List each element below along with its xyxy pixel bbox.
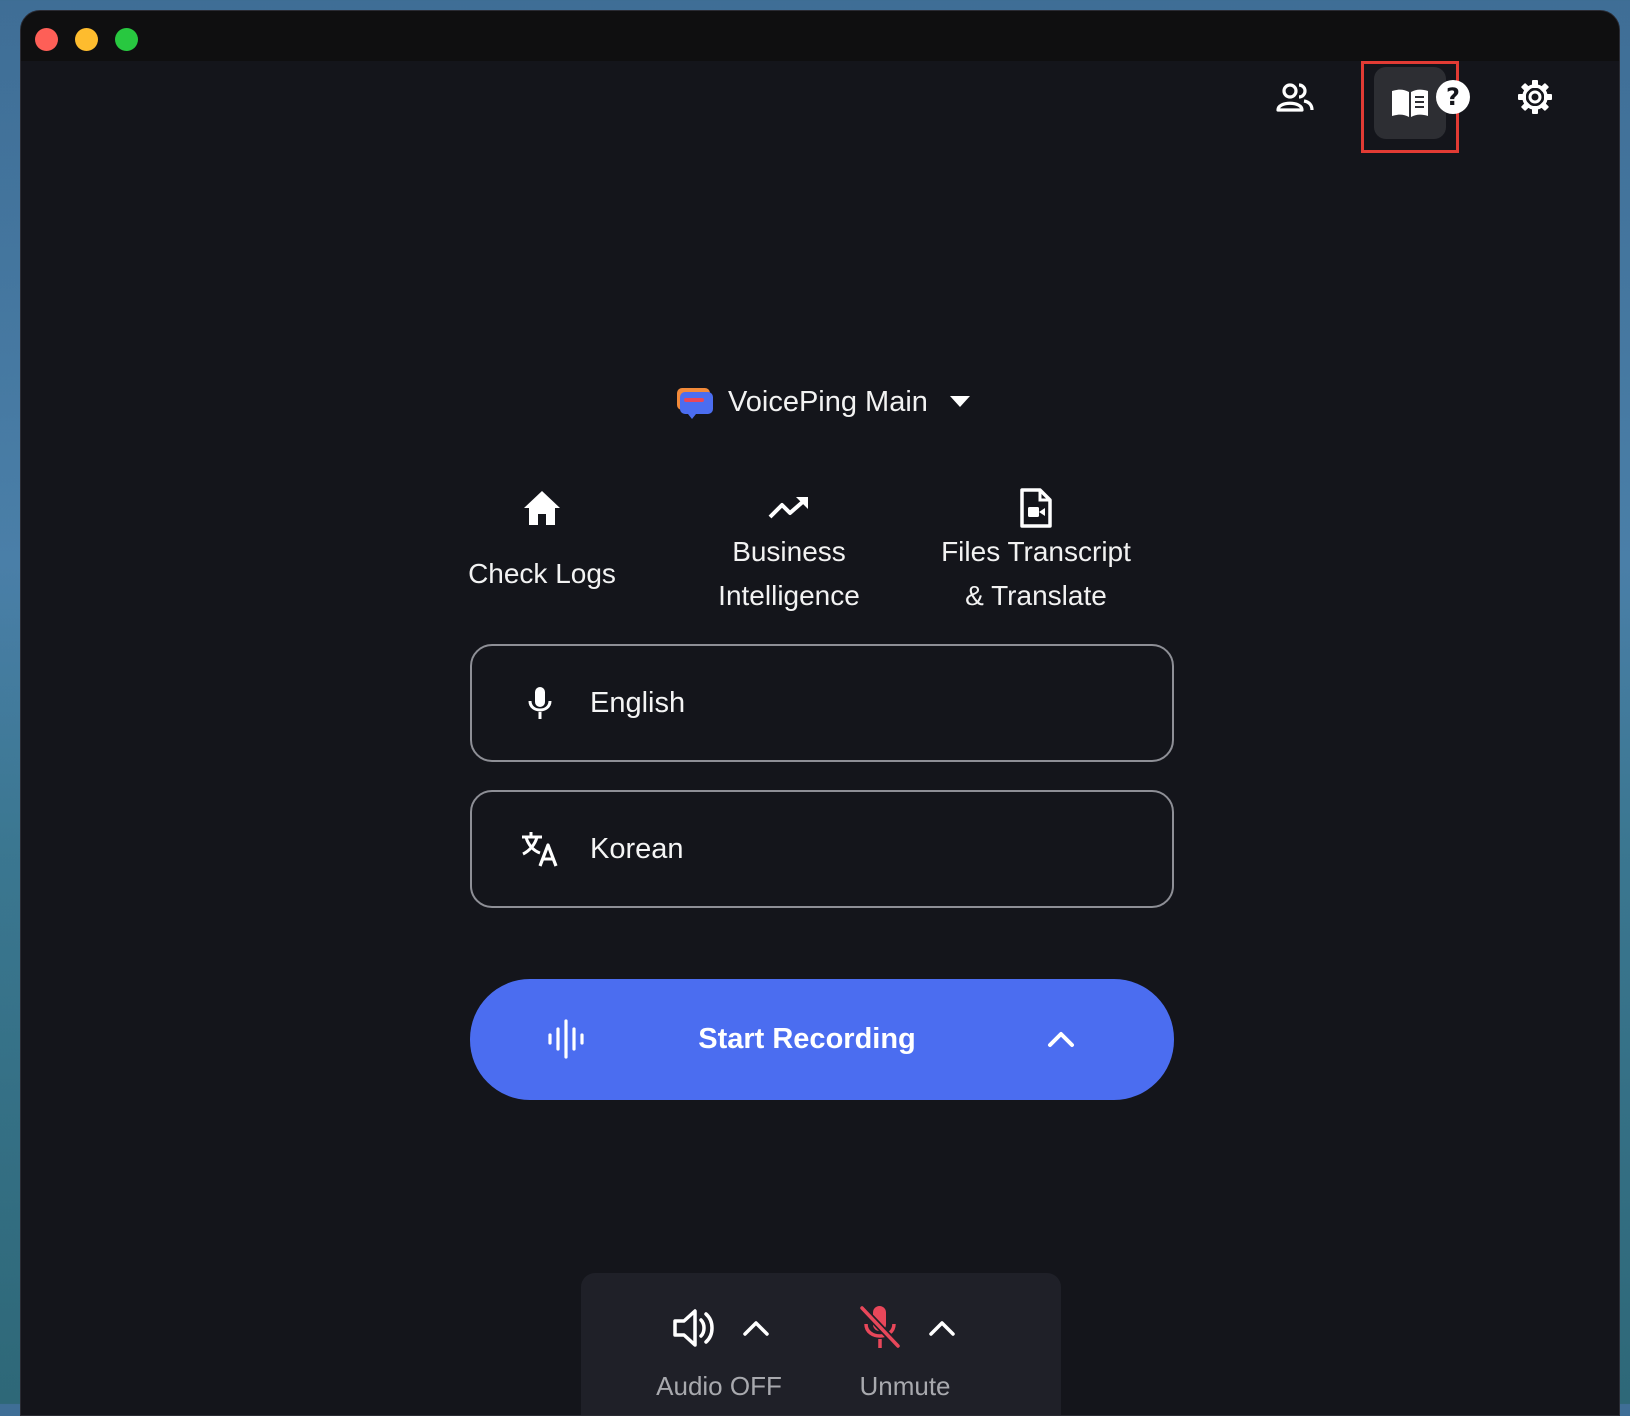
media-controls-panel: Audio OFF Unmute — [581, 1273, 1061, 1415]
start-recording-button[interactable]: Start Recording — [470, 979, 1174, 1100]
mic-chevron-up-icon[interactable] — [927, 1313, 957, 1343]
mic-off-icon[interactable] — [857, 1303, 903, 1351]
nav-label-line2: Intelligence — [718, 580, 860, 611]
nav-business-intelligence[interactable]: Business Intelligence — [664, 486, 914, 618]
target-language-select[interactable]: Korean — [470, 790, 1174, 908]
people-icon — [1276, 83, 1314, 112]
source-language-value: English — [590, 686, 686, 719]
chevron-up-icon[interactable] — [1046, 1023, 1076, 1053]
help-icon: ? — [1436, 80, 1470, 114]
workspace-name: VoicePing Main — [728, 385, 928, 418]
settings-icon — [1518, 80, 1552, 114]
minimize-window-button[interactable] — [75, 28, 98, 51]
speaker-icon[interactable] — [671, 1305, 717, 1351]
translate-icon — [522, 832, 558, 867]
caret-down-icon — [949, 396, 970, 407]
voiceping-logo — [677, 388, 713, 419]
audio-status-label: Audio OFF — [656, 1371, 782, 1401]
nav-check-logs[interactable]: Check Logs — [417, 486, 667, 596]
trending-up-icon — [768, 497, 808, 519]
people-button[interactable] — [1259, 61, 1331, 133]
mic-status-label: Unmute — [859, 1371, 951, 1401]
microphone-icon — [528, 687, 552, 719]
close-window-button[interactable] — [35, 28, 58, 51]
svg-text:?: ? — [1446, 83, 1460, 111]
help-button[interactable]: ? — [1417, 61, 1489, 133]
settings-button[interactable] — [1499, 61, 1571, 133]
audio-chevron-up-icon[interactable] — [741, 1313, 771, 1343]
nav-label-line2: & Translate — [965, 580, 1107, 611]
home-icon — [524, 491, 560, 525]
source-language-select[interactable]: English — [470, 644, 1174, 762]
app-window: ? VoicePing Main Check Logs Business Int… — [20, 10, 1620, 1416]
nav-label-line1: Business — [732, 536, 846, 567]
nav-files-transcript[interactable]: Files Transcript & Translate — [911, 486, 1161, 618]
workspace-selector[interactable]: VoicePing Main — [674, 380, 970, 424]
file-video-icon — [1020, 488, 1052, 528]
zoom-window-button[interactable] — [115, 28, 138, 51]
nav-label: Check Logs — [468, 558, 616, 589]
nav-label-line1: Files Transcript — [941, 536, 1131, 567]
target-language-value: Korean — [590, 832, 684, 865]
title-bar — [21, 11, 1619, 61]
